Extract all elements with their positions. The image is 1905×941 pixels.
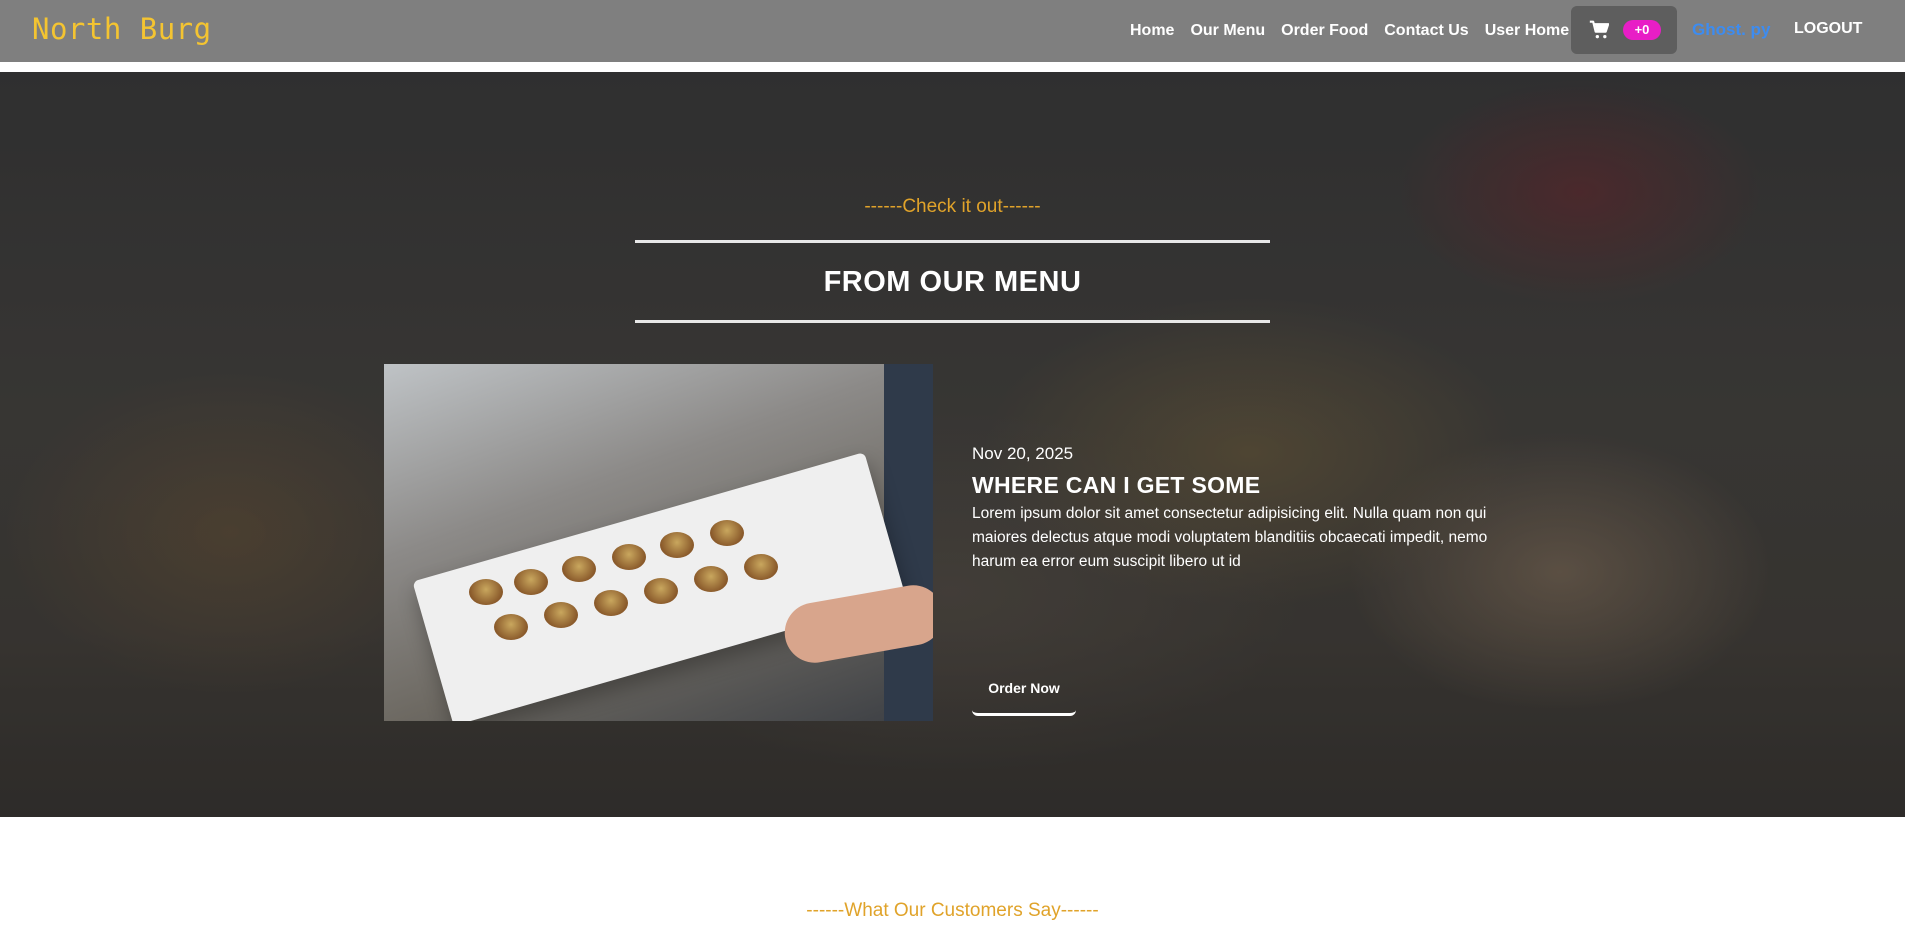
photo-appetizer <box>612 544 646 570</box>
nav-links: Home Our Menu Order Food Contact Us User… <box>1130 0 1585 62</box>
post-date: Nov 20, 2025 <box>972 444 1074 463</box>
navbar: North Burg Home Our Menu Order Food Cont… <box>0 0 1905 62</box>
brand-logo[interactable]: North Burg <box>32 12 212 46</box>
menu-hero-section: ------Check it out------ FROM OUR MENU N… <box>0 72 1905 817</box>
order-now-button[interactable]: Order Now <box>972 672 1076 716</box>
photo-appetizer <box>694 566 728 592</box>
photo-appetizer <box>744 554 778 580</box>
photo-appetizer <box>660 532 694 558</box>
photo-appetizer <box>494 614 528 640</box>
post-description: Lorem ipsum dolor sit amet consectetur a… <box>972 505 1488 570</box>
cart-button[interactable]: +0 <box>1571 6 1677 54</box>
photo-appetizer <box>562 556 596 582</box>
photo-appetizer <box>469 579 503 605</box>
photo-appetizer <box>514 569 548 595</box>
testimonials-kicker: ------What Our Customers Say------ <box>806 900 1099 921</box>
photo-appetizer <box>710 520 744 546</box>
post-title: WHERE CAN I GET SOME <box>972 472 1261 498</box>
title-divider-bottom <box>635 320 1270 323</box>
cart-icon <box>1589 20 1609 39</box>
section-title: FROM OUR MENU <box>823 266 1082 298</box>
user-name-link[interactable]: Ghost. py <box>1692 20 1770 40</box>
photo-appetizer <box>544 602 578 628</box>
photo-appetizer <box>594 590 628 616</box>
nav-link-contact-us[interactable]: Contact Us <box>1384 22 1468 40</box>
menu-item-photo <box>384 364 933 721</box>
section-kicker: ------Check it out------ <box>864 196 1041 217</box>
photo-sleeve <box>884 364 933 721</box>
cart-count-badge: +0 <box>1623 20 1661 40</box>
hero-background-overlay <box>0 72 1905 817</box>
navbar-separator <box>0 62 1905 72</box>
title-divider-top <box>635 240 1270 243</box>
nav-link-order-food[interactable]: Order Food <box>1281 22 1368 40</box>
nav-link-home[interactable]: Home <box>1130 22 1174 40</box>
logout-link[interactable]: LOGOUT <box>1794 20 1862 38</box>
nav-link-user-home[interactable]: User Home <box>1485 22 1569 40</box>
photo-appetizer <box>644 578 678 604</box>
nav-link-our-menu[interactable]: Our Menu <box>1190 22 1265 40</box>
